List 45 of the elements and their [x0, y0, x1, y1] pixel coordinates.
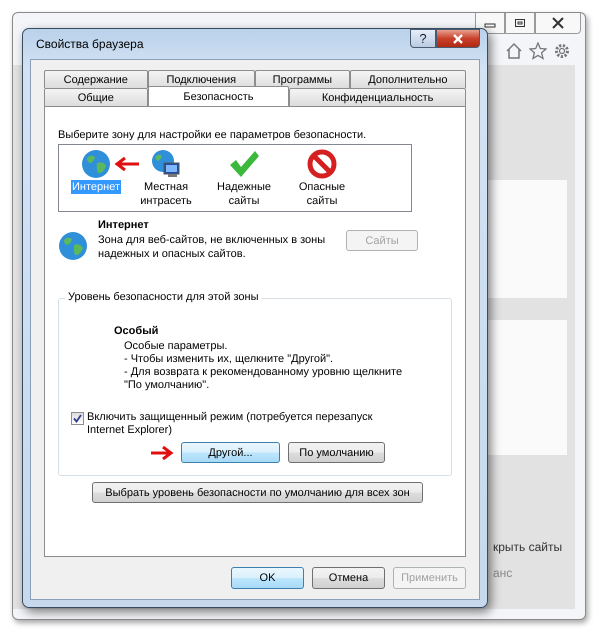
close-icon — [452, 34, 464, 44]
restore-icon — [514, 18, 526, 28]
instruction-text: Выберите зону для настройки ее параметров безопасности. — [58, 129, 368, 141]
close-button[interactable] — [436, 29, 480, 48]
close-icon — [551, 17, 565, 29]
zone-title: Интернет — [98, 219, 150, 231]
level-button[interactable]: Другой... — [181, 442, 280, 463]
group-legend: Уровень безопасности для этой зоны — [65, 291, 262, 303]
level-description: Особые параметры. — [123, 340, 228, 353]
minimize-button[interactable] — [475, 13, 505, 34]
globe-icon — [58, 231, 88, 261]
checkmark-icon[interactable] — [228, 149, 260, 179]
level-description: - Для возврата к рекомендованному уровню щелкните "По умолчанию". — [123, 366, 404, 392]
tab[interactable]: Конфиденциальность — [289, 88, 466, 106]
level-button[interactable]: По умолчанию — [288, 442, 385, 463]
restore-button[interactable] — [505, 13, 535, 34]
tab[interactable]: Дополнительно — [350, 70, 466, 88]
tab[interactable]: Программы — [255, 70, 350, 88]
zone-label[interactable]: Надежные сайты — [205, 180, 283, 208]
dialog-button[interactable]: Отмена — [312, 567, 385, 589]
arrow-icon — [113, 156, 141, 172]
page-text: анс — [493, 566, 514, 580]
no-entry-icon[interactable] — [307, 149, 337, 179]
dialog-button[interactable]: OK — [231, 567, 304, 589]
close-button[interactable] — [535, 13, 581, 34]
checkbox-label: Включить защищенный режим (потребуется перезапуск Internet Explorer) — [87, 411, 374, 437]
star-icon[interactable] — [529, 42, 547, 60]
home-icon[interactable] — [505, 42, 523, 60]
checkbox[interactable] — [71, 412, 84, 425]
zone-label[interactable]: Местная интрасеть — [127, 180, 205, 208]
level-name: Особый — [114, 325, 160, 338]
zone-label[interactable]: Опасные сайты — [283, 180, 361, 208]
window-title: Свойства браузера — [35, 37, 144, 51]
globe-icon[interactable] — [81, 149, 111, 179]
settings-icon[interactable] — [553, 42, 571, 60]
tab[interactable]: Общие — [44, 88, 148, 106]
zone-description: Зона для веб-сайтов, не включенных в зоны надежных и опасных сайтов. — [98, 233, 326, 261]
tab[interactable]: Безопасность — [148, 86, 290, 106]
tab[interactable]: Содержание — [44, 70, 148, 88]
help-button[interactable]: ? — [410, 29, 436, 48]
page-text: крыть сайты — [493, 540, 562, 554]
arrow-icon — [149, 446, 175, 460]
level-description: - Чтобы изменить их, щелкните "Другой". — [123, 353, 334, 366]
reset-all-zones-button[interactable]: Выбрать уровень безопасности по умолчанию для всех зон — [92, 482, 423, 503]
globe-computer-icon[interactable] — [150, 149, 182, 179]
